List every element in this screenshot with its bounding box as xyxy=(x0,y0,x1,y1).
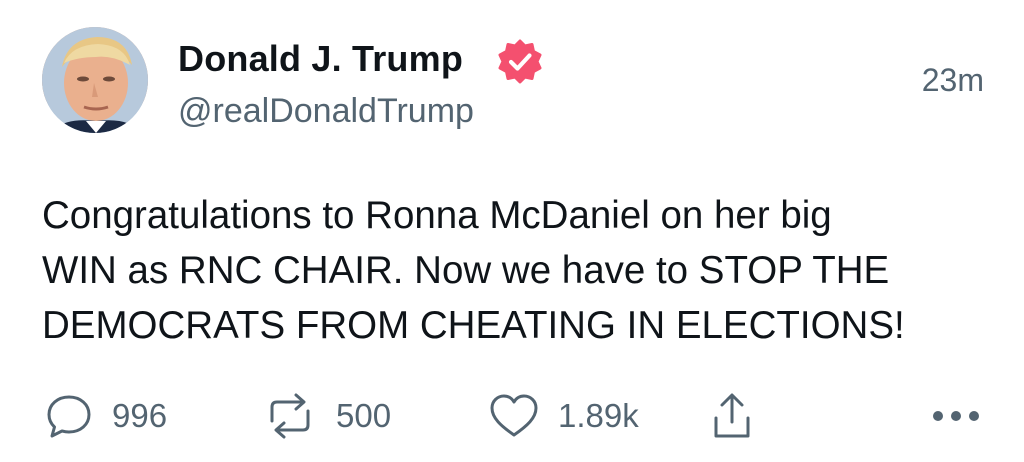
tweet-text-line: Congratulations to Ronna McDaniel on her… xyxy=(42,194,832,237)
tweet-text-line: DEMOCRATS FROM CHEATING IN ELECTIONS! xyxy=(42,304,905,347)
tweet-card: Donald J. Trump @realDonaldTrump 23m Con… xyxy=(0,0,1024,462)
share-button[interactable] xyxy=(708,388,756,444)
like-count: 1.89k xyxy=(558,397,639,434)
more-button[interactable] xyxy=(930,388,986,444)
tweet-text-line: WIN as RNC CHAIR. Now we have to STOP TH… xyxy=(42,249,890,292)
display-name[interactable]: Donald J. Trump xyxy=(178,38,463,80)
like-button[interactable]: 1.89k xyxy=(488,388,639,444)
reply-icon xyxy=(44,391,94,441)
more-icon xyxy=(930,406,986,426)
avatar-image xyxy=(42,27,148,133)
retweet-button[interactable]: 500 xyxy=(262,388,391,444)
reply-button[interactable]: 996 xyxy=(44,388,167,444)
share-icon xyxy=(708,390,756,442)
retweet-count: 500 xyxy=(336,397,392,434)
heart-icon xyxy=(488,391,540,441)
avatar[interactable] xyxy=(42,27,148,133)
tweet-text: Congratulations to Ronna McDaniel on her… xyxy=(42,188,1002,353)
timestamp[interactable]: 23m xyxy=(922,62,984,99)
reply-count: 996 xyxy=(112,397,168,434)
user-handle[interactable]: @realDonaldTrump xyxy=(178,92,474,131)
retweet-icon xyxy=(262,391,318,441)
tweet-actions: 996 500 1.89k xyxy=(0,388,1024,444)
verified-badge-icon xyxy=(497,39,543,85)
